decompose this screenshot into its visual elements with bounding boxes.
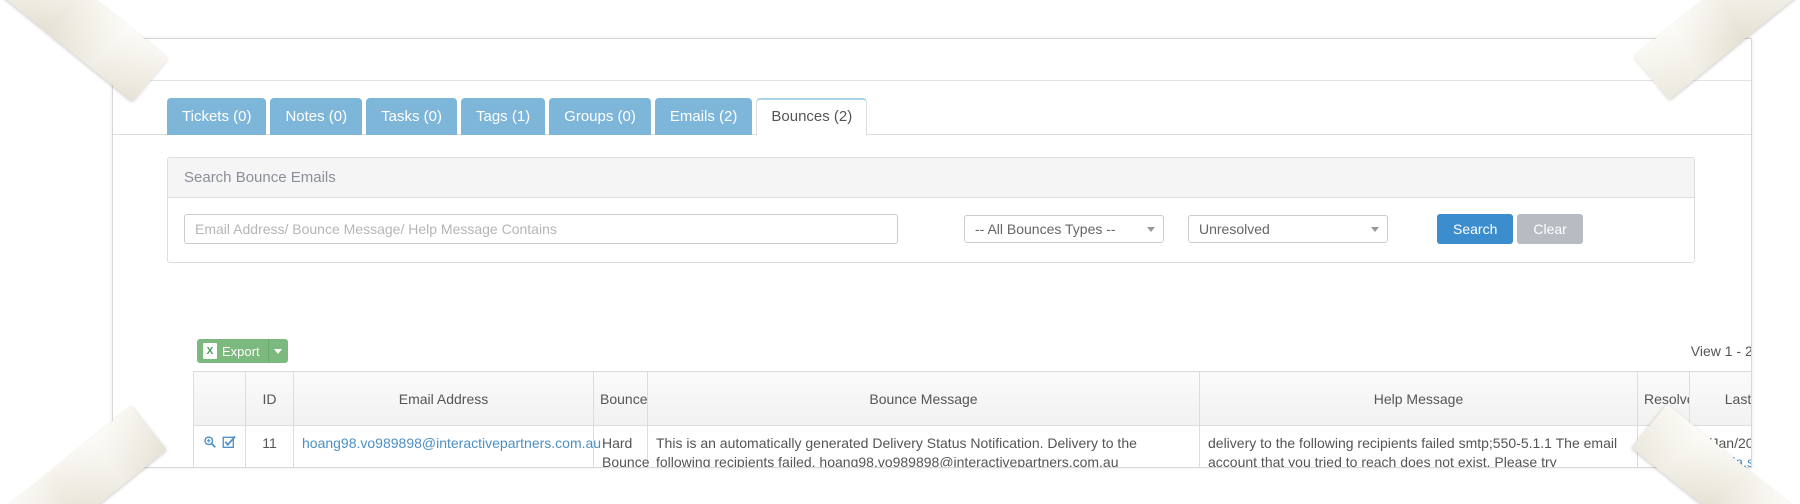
grid-toolbar: X Export View 1 - 2 of 2: [197, 339, 1752, 363]
cell-id: 11: [246, 426, 294, 469]
tape-bottom-left: [0, 406, 166, 504]
tab-emails[interactable]: Emails (2): [655, 98, 753, 135]
table-row: 11 hoang98.vo989898@interactivepartners.…: [194, 426, 1753, 469]
chevron-down-icon: [1371, 227, 1379, 232]
export-button[interactable]: X Export: [197, 339, 268, 363]
resolved-status-select-value: Unresolved: [1199, 221, 1270, 237]
record-count-label: View 1 - 2 of 2: [1691, 343, 1752, 359]
export-button-label: Export: [222, 344, 260, 359]
search-bounce-emails-panel: Search Bounce Emails -- All Bounces Type…: [167, 157, 1695, 263]
export-dropdown-toggle[interactable]: [268, 339, 288, 363]
resolved-status-select[interactable]: Unresolved: [1188, 215, 1388, 243]
checkbox-resolve-icon[interactable]: [222, 435, 236, 449]
search-panel-title: Search Bounce Emails: [168, 158, 1694, 198]
tab-groups[interactable]: Groups (0): [549, 98, 651, 135]
tab-bounces[interactable]: Bounces (2): [756, 98, 867, 136]
clear-button[interactable]: Clear: [1517, 214, 1582, 244]
search-panel-body: -- All Bounces Types -- Unresolved Searc…: [168, 198, 1694, 262]
cell-help-message: delivery to the following recipients fai…: [1200, 426, 1638, 469]
column-header-id[interactable]: ID: [246, 372, 294, 426]
tab-tasks[interactable]: Tasks (0): [366, 98, 457, 135]
chevron-down-icon: [1147, 227, 1155, 232]
table-header-row: ID Email Address Bounce Type Bounce Mess…: [194, 372, 1753, 426]
row-actions-cell: [194, 426, 246, 469]
column-header-bounce-message[interactable]: Bounce Message: [648, 372, 1200, 426]
bounce-type-select[interactable]: -- All Bounces Types --: [964, 215, 1164, 243]
page-frame-inner: Tickets (0) Notes (0) Tasks (0) Tags (1)…: [113, 39, 1751, 467]
record-count: View 1 - 2 of 2: [1691, 343, 1752, 359]
bounces-table: ID Email Address Bounce Type Bounce Mess…: [193, 371, 1752, 468]
row-actions: [202, 434, 237, 449]
tab-tickets[interactable]: Tickets (0): [167, 98, 266, 135]
column-header-email-address[interactable]: Email Address: [294, 372, 594, 426]
column-header-help-message[interactable]: Help Message: [1200, 372, 1638, 426]
excel-icon: X: [203, 343, 217, 359]
column-header-bounce-type[interactable]: Bounce Type: [594, 372, 648, 426]
email-address-link[interactable]: hoang98.vo989898@interactivepartners.com…: [302, 435, 601, 451]
cell-bounce-type: Hard Bounce: [594, 426, 648, 469]
cell-email-address: hoang98.vo989898@interactivepartners.com…: [294, 426, 594, 469]
search-input[interactable]: [184, 214, 898, 244]
tab-bar: Tickets (0) Notes (0) Tasks (0) Tags (1)…: [113, 82, 1751, 135]
table-head: ID Email Address Bounce Type Bounce Mess…: [194, 372, 1753, 426]
export-button-group: X Export: [197, 339, 288, 363]
tape-top-left: [0, 0, 168, 102]
chevron-down-icon: [274, 349, 282, 354]
tab-notes[interactable]: Notes (0): [270, 98, 362, 135]
search-button[interactable]: Search: [1437, 214, 1513, 244]
table-body: 11 hoang98.vo989898@interactivepartners.…: [194, 426, 1753, 469]
tab-list: Tickets (0) Notes (0) Tasks (0) Tags (1)…: [167, 98, 1751, 135]
bounces-table-wrapper: ID Email Address Bounce Type Bounce Mess…: [193, 371, 1752, 468]
screenshot-root: Tickets (0) Notes (0) Tasks (0) Tags (1)…: [0, 0, 1800, 504]
cell-bounce-message: This is an automatically generated Deliv…: [648, 426, 1200, 469]
column-header-actions: [194, 372, 246, 426]
column-header-last-update[interactable]: Last Update: [1690, 372, 1753, 426]
page-top-strip: [113, 39, 1751, 81]
bounce-type-select-value: -- All Bounces Types --: [975, 221, 1116, 237]
magnifier-icon[interactable]: [203, 435, 217, 449]
page-frame: Tickets (0) Notes (0) Tasks (0) Tags (1)…: [112, 38, 1752, 468]
tab-tags[interactable]: Tags (1): [461, 98, 545, 135]
